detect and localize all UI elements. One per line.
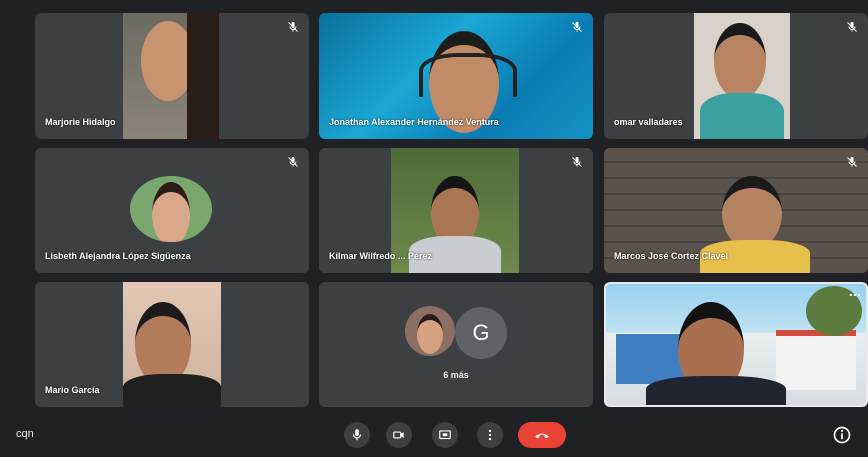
mic-off-icon: [572, 22, 582, 32]
mic-off-icon: [572, 157, 582, 167]
building: [776, 330, 856, 390]
more-options-icon[interactable]: [848, 288, 862, 302]
mic-off-icon: [847, 22, 857, 32]
participant-name: Marcos José Cortez Clavel: [614, 251, 729, 261]
participant-video: [694, 13, 790, 139]
participant-tile[interactable]: Lisbeth Alejandra López Sigüenza: [35, 148, 309, 273]
camera-icon: [393, 431, 404, 439]
face: [714, 23, 766, 99]
face: [152, 182, 190, 242]
participant-video: [123, 13, 219, 139]
participant-video: [123, 282, 221, 407]
shirt: [700, 93, 784, 139]
microphone-icon: [352, 429, 362, 441]
shirt: [646, 376, 786, 405]
participant-name: Jonathan Alexander Hernández Ventura: [329, 117, 499, 127]
meeting-code: cqn: [16, 428, 34, 440]
mic-off-icon: [288, 157, 298, 167]
present-screen-icon: [439, 430, 451, 440]
more-count-label: 6 más: [443, 370, 469, 380]
avatar: [130, 176, 212, 242]
participant-tile[interactable]: Marjorie Hidalgo: [35, 13, 309, 139]
meeting-toolbar: cqn: [0, 412, 868, 457]
info-icon[interactable]: [832, 425, 852, 445]
hair: [187, 13, 219, 139]
participant-tile[interactable]: omar valladares: [604, 13, 868, 139]
headphones: [419, 53, 517, 97]
self-view-tile[interactable]: [604, 282, 868, 407]
more-vert-icon: [488, 429, 492, 441]
present-button[interactable]: [432, 422, 458, 448]
mic-button[interactable]: [344, 422, 370, 448]
more-participants-tile[interactable]: 6 más: [319, 282, 593, 407]
participant-tile[interactable]: Jonathan Alexander Hernández Ventura: [319, 13, 593, 139]
shirt: [123, 374, 221, 407]
participant-name: Marjorie Hidalgo: [45, 117, 116, 127]
camera-button[interactable]: [386, 422, 412, 448]
face: [722, 176, 782, 250]
end-call-icon: [535, 433, 549, 439]
mic-off-icon: [847, 157, 857, 167]
participant-tile[interactable]: Kilmar Wilfredo ... Pérez: [319, 148, 593, 273]
participant-grid: Marjorie Hidalgo Jonathan Alexander Hern…: [0, 0, 868, 412]
participant-name: Kilmar Wilfredo ... Pérez: [329, 251, 432, 261]
avatar: [405, 306, 455, 356]
face: [417, 314, 443, 354]
avatar-letter: G: [455, 307, 507, 359]
participant-name: Mario García: [45, 385, 100, 395]
more-options-button[interactable]: [477, 422, 503, 448]
mic-off-icon: [288, 22, 298, 32]
participant-name: Lisbeth Alejandra López Sigüenza: [45, 251, 191, 261]
end-call-button[interactable]: [518, 422, 566, 448]
participant-name: omar valladares: [614, 117, 683, 127]
participant-tile[interactable]: Mario García: [35, 282, 309, 407]
participant-tile[interactable]: Marcos José Cortez Clavel: [604, 148, 868, 273]
